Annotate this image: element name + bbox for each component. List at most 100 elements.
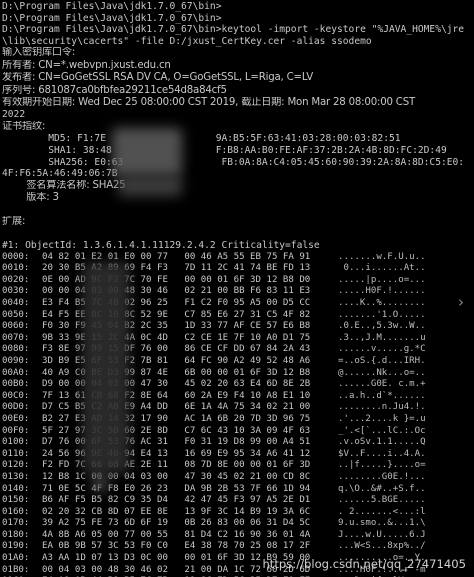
hex-row: 0030: 00 00 04 03 00 48 30 46 02 21 00 BB… [2, 286, 472, 298]
chevron-right-icon[interactable]: › [454, 293, 468, 311]
hex-address: 00F0: [2, 425, 30, 436]
hex-address: 0170: [2, 518, 30, 529]
hex-address: 00B0: [2, 379, 30, 390]
hex-row: 0160: 02 20 32 CB 8D 07 EE 8E 13 9F 3C 14… [2, 507, 472, 519]
hex-address: 0090: [2, 355, 30, 366]
hex-row: 00B0: D9 00 00 04 03 00 47 30 45 02 20 63… [2, 379, 472, 391]
hex-bytes: 4A 8B A6 05 00 77 00 55 81 D4 C2 16 90 3… [42, 529, 311, 540]
fingerprint-title: 证书指纹: [2, 120, 46, 132]
hex-ascii: ........G0E.!... [338, 471, 426, 482]
console-output: D:\Program Files\Java\jdk1.7.0_67\bin> D… [2, 1, 472, 577]
hex-row: 0110: 24 56 96 9E 46 94 E4 13 16 69 E9 95… [2, 449, 472, 461]
object-id-line: #1: ObjectId: 1.3.6.1.4.1.11129.2.4.2 Cr… [2, 240, 320, 252]
validity-line-continued: 2022 [2, 109, 26, 121]
hex-address: 00A0: [2, 367, 30, 378]
hex-ascii: _'.<[`...lC.:.Oc [338, 425, 426, 436]
sha256-line: SHA256: E0:63 FB:0A:8A:C4:05:45:60:90:39… [2, 156, 465, 168]
hex-ascii: 0...i......At.. [338, 263, 426, 274]
hex-ascii: ......5.BGE..... [338, 495, 426, 506]
hex-address: 0110: [2, 448, 30, 459]
redaction-blur [92, 474, 108, 492]
hex-bytes: 71 0E 5C 4F F8 E0 26 23 DA 9B 2B 53 7F 6… [42, 483, 311, 494]
hex-address: 0190: [2, 541, 30, 552]
hex-address: 0070: [2, 332, 30, 343]
hex-ascii: .'...2....k }=.u [338, 413, 426, 424]
hex-ascii: .....|p....o=... [338, 274, 426, 285]
hex-ascii: 9.u.smo..&...1.\ [338, 518, 426, 529]
hex-row: 0070: 9B 33 9E 15 2C 4A 0C 4D C2 CE 1E 7F… [2, 333, 472, 345]
hex-ascii: .......w.F.U.u.. [338, 251, 426, 262]
hex-address: 00C0: [2, 390, 30, 401]
redaction-blur [112, 128, 182, 176]
serial-line: 序列号: 681087ca0bfbfea29211ce54d8a84cf5 [2, 84, 227, 96]
version-line: 版本: 3 [2, 192, 59, 204]
hex-row: 0020: 0E 00 AD 9C F2 7C 70 FE 00 00 01 6F… [2, 275, 472, 287]
hex-row: 00F0: 5F 27 97 3C 5B 60 2E 8D C7 6C 43 10… [2, 426, 472, 438]
hex-row: 0040: E3 F4 B5 7C 4B 02 96 25 F1 C2 F0 95… [2, 298, 472, 310]
hex-ascii: q.\O..&#..+S.f.. [338, 483, 426, 494]
hex-ascii: ..|f.....}....o= [338, 460, 426, 471]
redaction-blur [118, 176, 182, 196]
validity-line: 有效期开始日期: Wed Dec 25 08:00:00 CST 2019, 截… [2, 96, 416, 108]
hex-address: 0040: [2, 298, 30, 309]
hex-row: 00A0: 40 A9 C0 BE D3 99 87 4E 6B 00 00 01… [2, 368, 472, 380]
hex-address: 0160: [2, 506, 30, 517]
hex-row: 00D0: D7 C5 B5 C2 A8 E9 A4 DD 6E 1A 4A 75… [2, 402, 472, 414]
watermark-url: https://blog.csdn.net/qq_27471405 [262, 557, 466, 571]
hex-address: 01A0: [2, 553, 30, 564]
hex-address: 0000: [2, 251, 30, 262]
hex-row: 00E0: B2 27 E3 AD 14 32 17 90 AC 1A 6B 20… [2, 414, 472, 426]
signature-algorithm-line: 签名算法名称: SHA25 [2, 179, 126, 191]
hex-address: 0120: [2, 460, 30, 471]
hex-row: 00C0: 7F 13 61 CB 68 F2 8E 64 60 2A E9 F4… [2, 391, 472, 403]
hex-address: 0080: [2, 344, 30, 355]
hex-ascii: @......Nk...o=.. [338, 367, 426, 378]
hex-ascii: ....K..%........ [338, 298, 426, 309]
owner-line: 所有者: CN=*.webvpn.jxust.edu.cn [2, 59, 171, 71]
hex-row: 0150: B6 AF F5 B5 82 C9 35 D4 42 47 45 F3… [2, 495, 472, 507]
hex-address: 01B0: [2, 564, 30, 575]
command-line: D:\Program Files\Java\jdk1.7.0_67\bin> [2, 1, 222, 12]
hex-address: 0150: [2, 495, 30, 506]
hex-ascii: ..a.h..d`*...... [338, 390, 426, 401]
hex-address: 0020: [2, 274, 30, 285]
command-line: D:\Program Files\Java\jdk1.7.0_67\bin>ke… [2, 24, 465, 36]
hex-ascii: .v.oSv.1.1.....Q [338, 437, 426, 448]
hex-address: 0180: [2, 529, 30, 540]
hex-address: 0140: [2, 483, 30, 494]
hex-row: 0170: 39 A2 75 FE 73 6D 6F 19 0B 26 83 00… [2, 518, 472, 530]
hex-ascii: ...W<S...8xp%../ [338, 541, 426, 552]
hex-ascii: $V..F....i..4.A. [338, 448, 426, 459]
hex-address: 00D0: [2, 402, 30, 413]
hex-row: 0190: EA 0B 9B 57 3C 53 F0 C0 E4 38 78 70… [2, 541, 472, 553]
hex-ascii: =..oS.{.d...IRH. [338, 355, 426, 366]
sha1-line: SHA1: 38:48 F:B8:AA:B0:FE:AF:37:2B:2A:4B… [2, 144, 447, 156]
hex-address: 0030: [2, 286, 30, 297]
hex-row: 0130: 12 B8 1C 00 00 04 03 00 47 30 45 02… [2, 472, 472, 484]
terminal-window: { "header_lines": [ "D:\\Program Files\\… [0, 0, 474, 577]
sha256-line-continued: 4F:F6:5A:46:49:06:7B [2, 168, 118, 180]
hex-dump: 0000: 04 82 01 E2 01 E0 00 77 00 46 A5 55… [2, 252, 472, 577]
issuer-line: 发布者: CN=GoGetSSL RSA DV CA, O=GoGetSSL, … [2, 72, 314, 84]
hex-bytes: 39 A2 75 FE 73 6D 6F 19 0B 26 83 00 06 3… [42, 518, 311, 529]
hex-ascii: ........n.Ju4.!. [338, 402, 426, 413]
hex-row: 0100: D7 76 00 6F 53 76 AC 31 F0 31 19 D8… [2, 437, 472, 449]
hex-ascii: .......'1.O..... [338, 309, 426, 320]
hex-address: 0130: [2, 471, 30, 482]
hex-address: 0050: [2, 309, 30, 320]
hex-row: 0010: 20 30 B5 A2 89 69 F4 F3 7D 11 2C 41… [2, 263, 472, 275]
command-line: D:\Program Files\Java\jdk1.7.0_67\bin> [2, 12, 222, 24]
extensions-title: 扩展: [2, 216, 26, 228]
hex-address: 0060: [2, 321, 30, 332]
hex-row: 0120: F2 FD 7C 66 08 AE 2E 11 08 7D 8E 00… [2, 460, 472, 472]
hex-row: 0140: 71 0E 5C 4F F8 E0 26 23 DA 9B 2B 53… [2, 484, 472, 496]
hex-ascii: . 2.......<...:l [338, 506, 426, 517]
command-line: \lib\security\cacerts" -file D:/jxust_Ce… [2, 35, 372, 47]
hex-ascii: .3..,J.M.......u [338, 332, 426, 343]
hex-row: 0060: F0 30 F9 45 04 B2 2C 35 1D 33 77 AF… [2, 321, 472, 333]
hex-bytes: EA 0B 9B 57 3C 53 F0 C0 E4 38 78 70 25 0… [42, 541, 311, 552]
md5-line: MD5: F1:7E 9A:B5:5F:63:41:03:28:00:03:82… [2, 133, 401, 145]
hex-ascii: ......G0E. c.m.+ [338, 379, 426, 390]
